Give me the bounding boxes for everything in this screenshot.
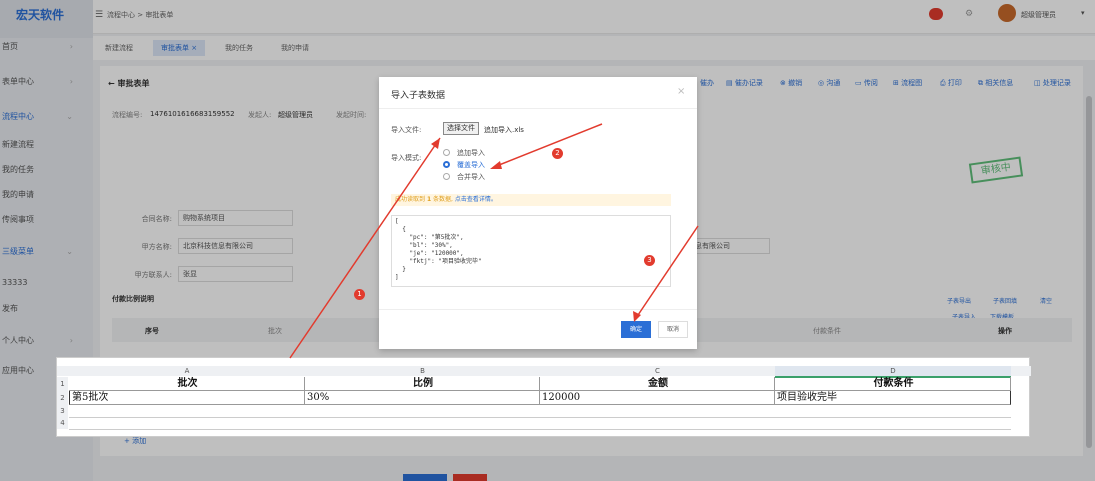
annotation-arrows xyxy=(289,123,699,359)
arrow-2-head xyxy=(490,161,502,169)
arrow-3 xyxy=(635,225,699,319)
step-marker-2: 2 xyxy=(552,148,563,159)
step-marker-1: 1 xyxy=(354,289,365,300)
arrow-1-head xyxy=(431,138,440,149)
arrow-1 xyxy=(289,137,441,359)
arrow-2 xyxy=(493,123,603,168)
step-marker-3: 3 xyxy=(644,255,655,266)
